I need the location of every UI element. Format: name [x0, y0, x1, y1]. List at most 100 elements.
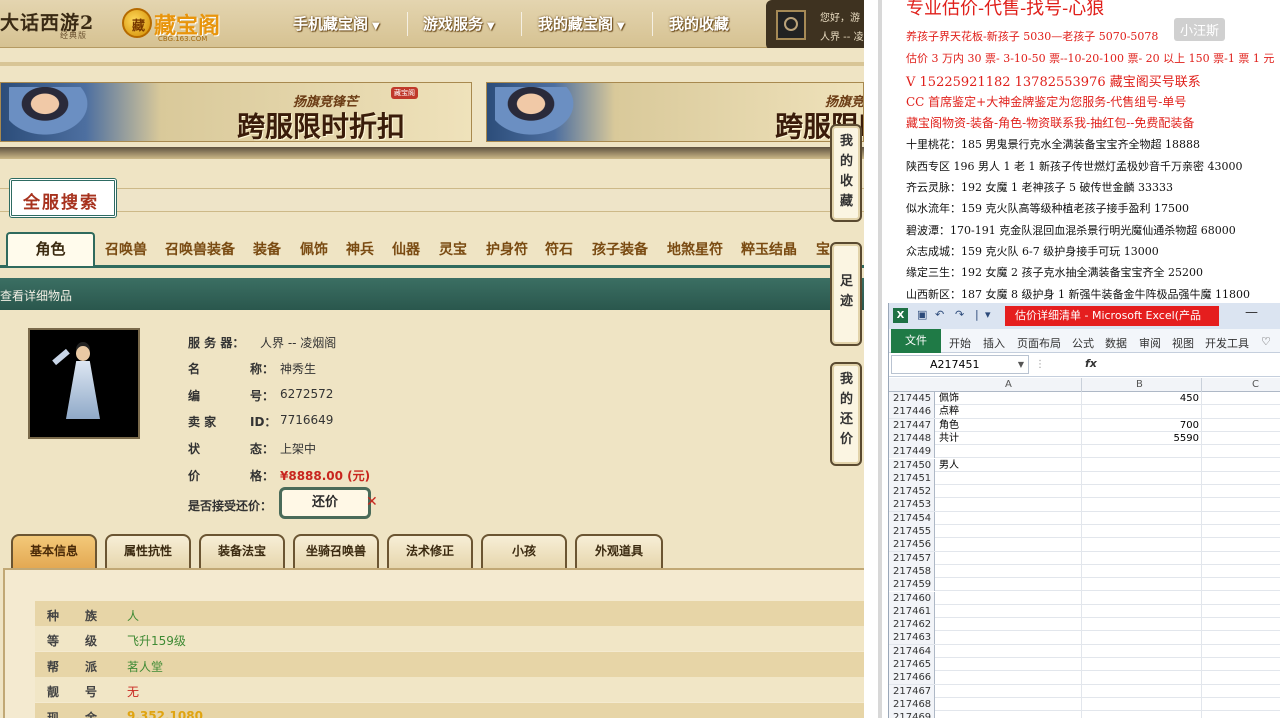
- cell-a[interactable]: 点粹: [939, 405, 959, 418]
- tab-appearance[interactable]: 外观道具: [575, 534, 663, 568]
- my-favorites-side-button[interactable]: 我的收藏: [830, 124, 862, 222]
- row-number[interactable]: 217462: [889, 618, 935, 632]
- promo-banner-2[interactable]: 扬旗竞锋芒 跨服限时折扣: [486, 82, 864, 142]
- sheet-row[interactable]: 217465: [889, 658, 1280, 672]
- cell-a[interactable]: 共计: [939, 432, 959, 445]
- all-server-search-button[interactable]: 全服搜索: [9, 178, 117, 218]
- footprint-side-button[interactable]: 足迹: [830, 242, 862, 346]
- help-icon[interactable]: ♡: [1261, 335, 1271, 348]
- sheet-row[interactable]: 217455: [889, 525, 1280, 539]
- sheet-row[interactable]: 217469: [889, 711, 1280, 718]
- nav-my-favorites[interactable]: 我的收藏: [669, 13, 729, 34]
- cell-a[interactable]: 男人: [939, 459, 959, 472]
- cell-b[interactable]: 700: [1082, 419, 1199, 432]
- tab-child-equipment[interactable]: 孩子装备: [592, 239, 648, 259]
- tab-immortal-item[interactable]: 仙器: [392, 239, 420, 259]
- column-header-b[interactable]: B: [1136, 379, 1143, 390]
- row-number[interactable]: 217450: [889, 458, 935, 472]
- sheet-row[interactable]: 217459: [889, 578, 1280, 592]
- sheet-row[interactable]: 217467: [889, 684, 1280, 698]
- tab-role[interactable]: 角色: [6, 232, 95, 266]
- undo-icon[interactable]: ↶: [935, 308, 944, 321]
- tab-home[interactable]: 开始: [949, 335, 971, 351]
- sheet-row[interactable]: 217449: [889, 445, 1280, 459]
- row-number[interactable]: 217464: [889, 644, 935, 658]
- row-number[interactable]: 217468: [889, 697, 935, 711]
- tab-accessory[interactable]: 佩饰: [300, 239, 328, 259]
- sheet-row[interactable]: 217447 角色 700: [889, 418, 1280, 432]
- column-header-a[interactable]: A: [1005, 379, 1012, 390]
- sheet-row[interactable]: 217457: [889, 551, 1280, 565]
- tab-view[interactable]: 视图: [1172, 335, 1194, 351]
- excel-icon[interactable]: X: [893, 308, 908, 323]
- row-number[interactable]: 217461: [889, 604, 935, 618]
- sheet-row[interactable]: 217454: [889, 511, 1280, 525]
- row-number[interactable]: 217456: [889, 538, 935, 552]
- nav-my-store[interactable]: 我的藏宝阁 ▼: [538, 13, 625, 34]
- row-number[interactable]: 217446: [889, 405, 935, 419]
- minimize-icon[interactable]: —: [1245, 305, 1258, 320]
- tab-review[interactable]: 审阅: [1139, 335, 1161, 351]
- sheet-row[interactable]: 217466: [889, 671, 1280, 685]
- sheet-row[interactable]: 217460: [889, 591, 1280, 605]
- tab-equipment[interactable]: 装备: [253, 239, 281, 259]
- tab-spell-correction[interactable]: 法术修正: [387, 534, 473, 568]
- redo-icon[interactable]: ↷: [955, 308, 964, 321]
- user-box[interactable]: 您好，游 人界 -- 凌: [766, 0, 864, 50]
- tab-amulet[interactable]: 护身符: [486, 239, 528, 259]
- sheet-row[interactable]: 217468: [889, 697, 1280, 712]
- tab-divine-weapon[interactable]: 神兵: [346, 239, 374, 259]
- tab-jade-crystal[interactable]: 粹玉结晶: [741, 239, 797, 259]
- sheet-row[interactable]: 217452: [889, 485, 1280, 499]
- sheet-grid[interactable]: 217445 佩饰 450 217446 点粹 217447 角色 700 217448 共计 55…: [889, 392, 1280, 718]
- sheet-row[interactable]: 217458: [889, 564, 1280, 579]
- tab-equipment-treasure[interactable]: 装备法宝: [199, 534, 285, 568]
- row-number[interactable]: 217467: [889, 684, 935, 698]
- tab-page-layout[interactable]: 页面布局: [1017, 335, 1061, 351]
- sheet-row[interactable]: 217453: [889, 498, 1280, 512]
- nav-game-service[interactable]: 游戏服务 ▼: [423, 13, 495, 34]
- sheet-row[interactable]: 217446 点粹: [889, 405, 1280, 419]
- column-header-c[interactable]: C: [1252, 379, 1259, 390]
- row-number[interactable]: 217460: [889, 591, 935, 605]
- row-number[interactable]: 217453: [889, 498, 935, 512]
- name-box[interactable]: A217451 ▼: [891, 355, 1029, 374]
- sheet-row[interactable]: 217445 佩饰 450: [889, 392, 1280, 406]
- nav-mobile-store[interactable]: 手机藏宝阁 ▼: [293, 13, 380, 34]
- sheet-row[interactable]: 217450 男人: [889, 458, 1280, 472]
- row-number[interactable]: 217463: [889, 631, 935, 645]
- tab-data[interactable]: 数据: [1105, 335, 1127, 351]
- fx-icon[interactable]: fx: [1085, 357, 1097, 370]
- tab-mount-pet[interactable]: 坐骑召唤兽: [293, 534, 379, 568]
- tab-formulas[interactable]: 公式: [1072, 335, 1094, 351]
- tab-rune-stone[interactable]: 符石: [545, 239, 573, 259]
- character-portrait[interactable]: [28, 328, 140, 439]
- chevron-down-icon[interactable]: ▾: [985, 308, 991, 321]
- row-number[interactable]: 217459: [889, 578, 935, 592]
- row-number[interactable]: 217466: [889, 671, 935, 685]
- save-icon[interactable]: ▣: [917, 308, 927, 321]
- sheet-row[interactable]: 217462: [889, 618, 1280, 632]
- counter-offer-button[interactable]: 还价: [279, 487, 371, 519]
- row-number[interactable]: 217465: [889, 658, 935, 671]
- my-counter-offers-side-button[interactable]: 我的还价: [830, 362, 862, 466]
- cell-a[interactable]: 佩饰: [939, 392, 959, 405]
- cell-b[interactable]: 5590: [1082, 432, 1199, 445]
- tab-attributes[interactable]: 属性抗性: [105, 534, 191, 568]
- row-number[interactable]: 217455: [889, 525, 935, 538]
- row-number[interactable]: 217449: [889, 445, 935, 459]
- cell-a[interactable]: 角色: [939, 419, 959, 432]
- row-number[interactable]: 217447: [889, 418, 935, 432]
- tab-treasure[interactable]: 宝: [816, 239, 830, 259]
- row-number[interactable]: 217448: [889, 431, 935, 445]
- tab-pet[interactable]: 召唤兽: [105, 239, 147, 259]
- tab-star-talisman[interactable]: 地煞星符: [667, 239, 723, 259]
- row-number[interactable]: 217469: [889, 711, 935, 718]
- close-icon[interactable]: ✕: [366, 494, 378, 510]
- tab-insert[interactable]: 插入: [983, 335, 1005, 351]
- tab-spirit-treasure[interactable]: 灵宝: [439, 239, 467, 259]
- sheet-row[interactable]: 217461: [889, 604, 1280, 619]
- cell-b[interactable]: 450: [1082, 392, 1199, 405]
- sheet-row[interactable]: 217448 共计 5590: [889, 431, 1280, 446]
- tab-file[interactable]: 文件: [891, 329, 941, 353]
